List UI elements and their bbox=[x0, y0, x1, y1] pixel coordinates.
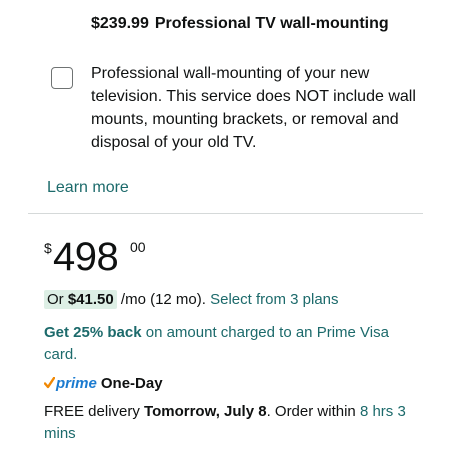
card-offer-link[interactable]: Get 25% back on amount charged to an Pri… bbox=[44, 322, 424, 366]
divider bbox=[28, 213, 423, 214]
price-fraction: 00 bbox=[130, 239, 146, 255]
prime-badge: prime bbox=[56, 375, 97, 392]
delivery-order-within: . Order within bbox=[266, 403, 356, 420]
or-label: Or bbox=[47, 291, 64, 308]
monthly-payment: Or $41.50 /mo (12 mo). Select from 3 pla… bbox=[44, 290, 339, 310]
service-title: $239.99 Professional TV wall-mounting bbox=[91, 12, 431, 35]
delivery-date: Tomorrow, July 8 bbox=[144, 403, 267, 420]
select-plans-link[interactable]: Select from 3 plans bbox=[210, 291, 338, 308]
prime-label: One-Day bbox=[100, 375, 163, 392]
service-name: Professional TV wall-mounting bbox=[154, 15, 389, 32]
price-whole: 498 bbox=[53, 235, 119, 279]
service-price: $239.99 bbox=[91, 15, 149, 32]
prime-check-icon bbox=[44, 377, 55, 389]
delivery-prefix: FREE delivery bbox=[44, 403, 140, 420]
learn-more-link[interactable]: Learn more bbox=[47, 179, 129, 197]
service-description: Professional wall-mounting of your new t… bbox=[91, 65, 416, 151]
monthly-suffix: /mo (12 mo). bbox=[120, 291, 206, 308]
monthly-amount: $41.50 bbox=[67, 291, 114, 308]
service-checkbox[interactable] bbox=[51, 67, 73, 89]
delivery-info: FREE delivery Tomorrow, July 8. Order wi… bbox=[44, 401, 424, 445]
price-symbol: $ bbox=[44, 240, 52, 256]
card-offer-bold: Get 25% back bbox=[44, 324, 142, 341]
prime-one-day: prime One-Day bbox=[44, 375, 163, 395]
monthly-badge: Or $41.50 bbox=[44, 290, 117, 309]
